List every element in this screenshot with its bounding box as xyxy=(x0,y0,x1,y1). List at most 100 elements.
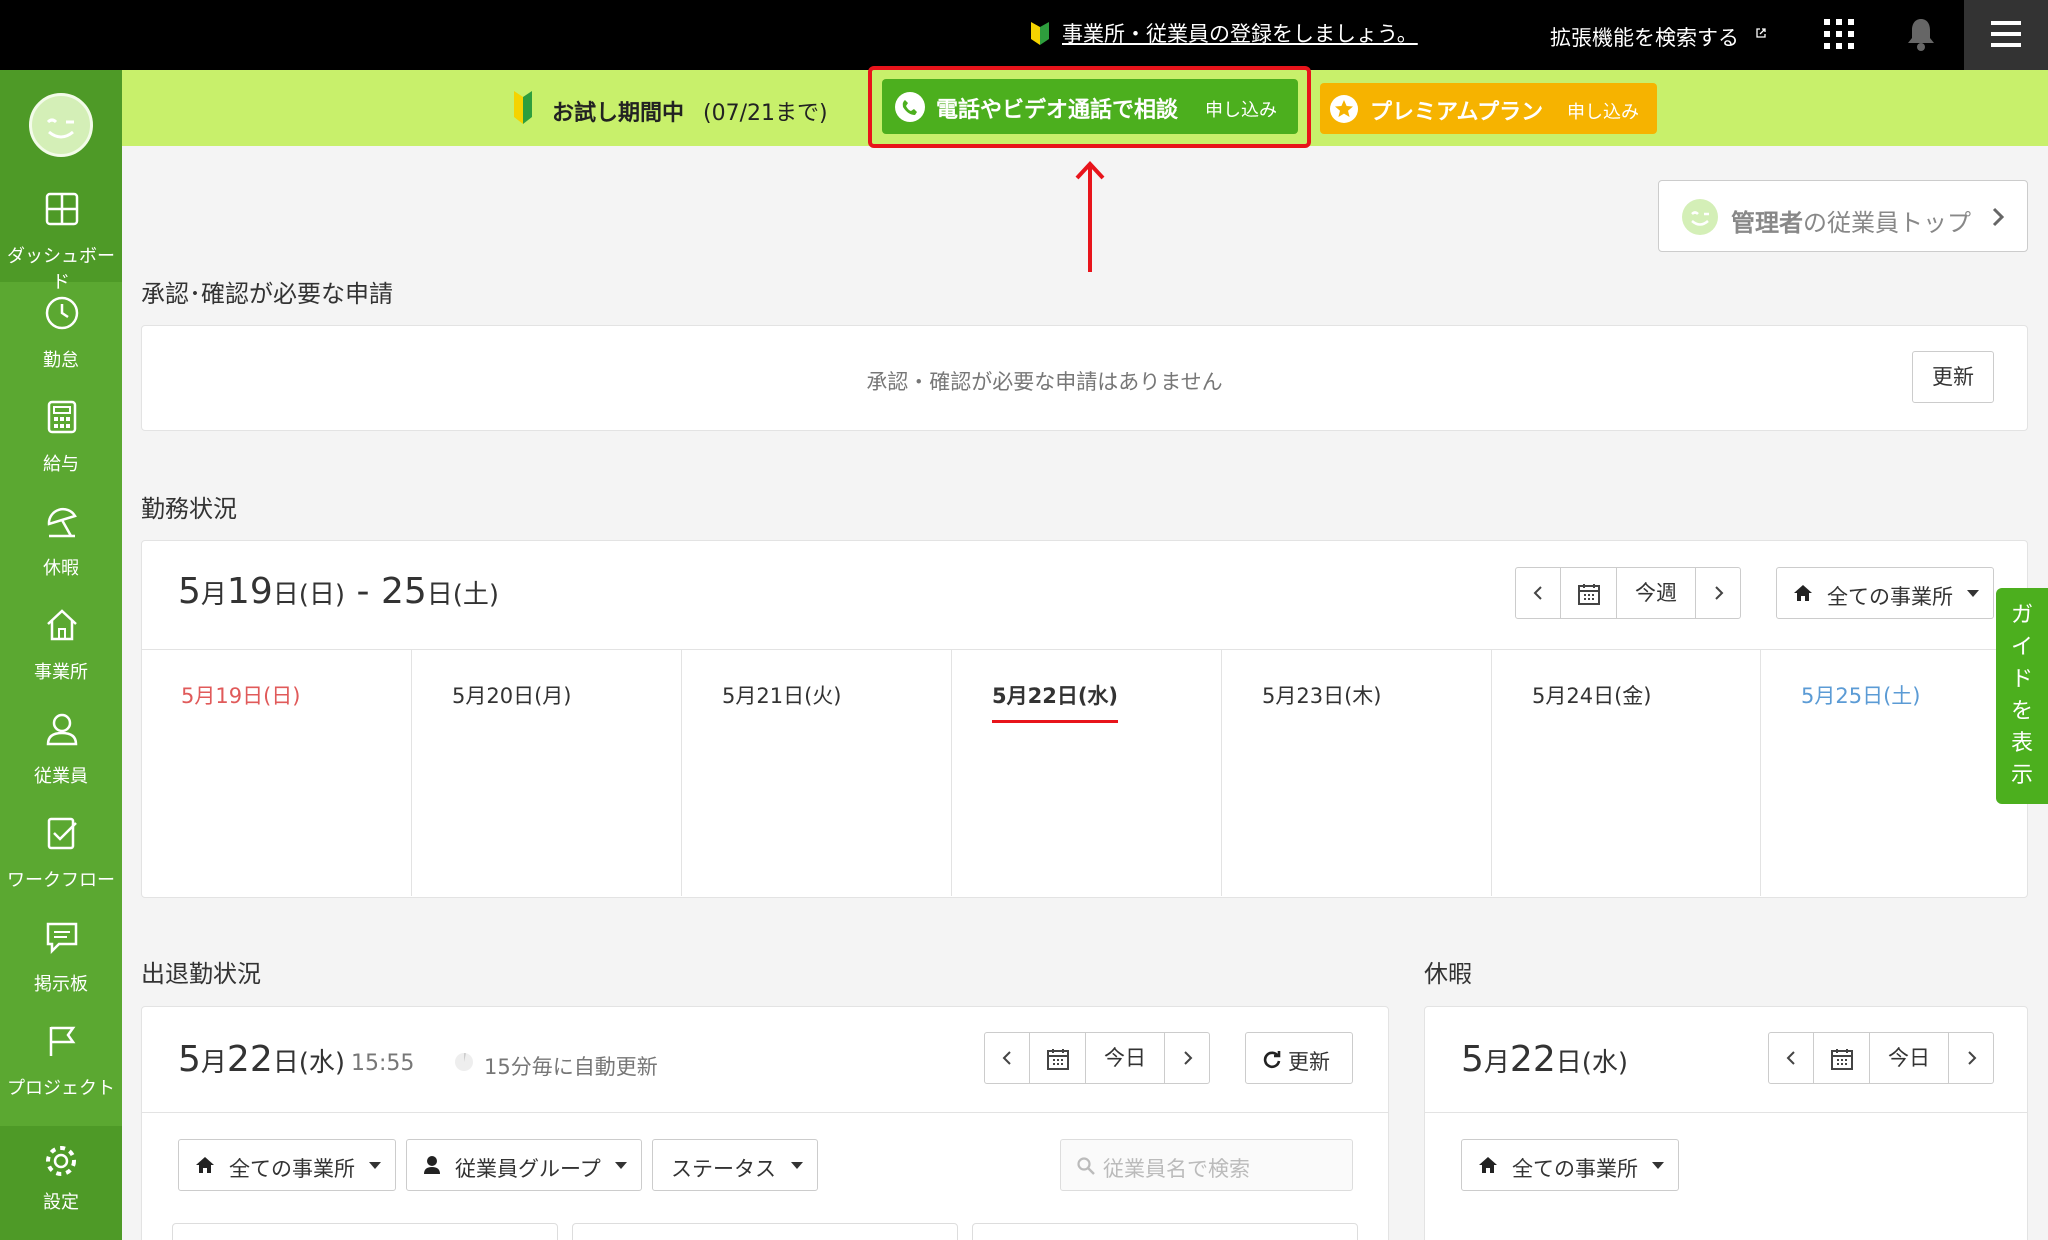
calculator-icon xyxy=(47,400,77,434)
sidebar-item-settings[interactable]: 設定 xyxy=(0,1126,122,1240)
register-notice-link[interactable]: 事業所・従業員の登録をしましょう。 xyxy=(1062,18,1418,48)
calendar-icon xyxy=(1831,1049,1853,1070)
leave-date: 5月22日(水) xyxy=(1461,1039,1628,1080)
calendar-button[interactable] xyxy=(1561,568,1617,618)
prev-day-button[interactable] xyxy=(985,1033,1030,1083)
sidebar-item-label: 休暇 xyxy=(43,558,79,579)
sidebar-item-attendance[interactable]: 勤怠 xyxy=(0,282,122,386)
apps-grid-icon[interactable] xyxy=(1824,19,1854,49)
home-icon xyxy=(47,609,77,641)
prev-day-button[interactable] xyxy=(1769,1033,1814,1083)
next-day-button[interactable] xyxy=(1949,1033,1993,1083)
user-avatar[interactable] xyxy=(29,93,93,157)
office-filter[interactable]: 全ての事業所 xyxy=(178,1139,396,1191)
office-filter-label: 全ての事業所 xyxy=(229,1157,355,1181)
sidebar-item-label: 事業所 xyxy=(34,662,88,683)
leave-office-filter[interactable]: 全ての事業所 xyxy=(1461,1139,1679,1191)
next-week-button[interactable] xyxy=(1696,568,1740,618)
status-filter-label: ステータス xyxy=(671,1157,776,1181)
flag-icon xyxy=(49,1026,76,1056)
calendar-button[interactable] xyxy=(1814,1033,1870,1083)
today-button[interactable]: 今日 xyxy=(1086,1033,1165,1083)
caret-down-icon xyxy=(791,1162,803,1169)
status-filter[interactable]: ステータス xyxy=(652,1139,818,1191)
phone-icon xyxy=(895,92,925,122)
range-day-unit: 日 xyxy=(426,580,453,610)
home-icon xyxy=(1794,585,1812,601)
divider xyxy=(142,1112,1388,1113)
search-icon xyxy=(1077,1157,1095,1175)
admin-employee-top-button[interactable]: 管理者の従業員トップ xyxy=(1658,180,2028,252)
office-select-label: 全ての事業所 xyxy=(1827,585,1953,609)
sidebar-item-label: 給与 xyxy=(43,454,79,475)
status-tab[interactable] xyxy=(972,1223,1358,1240)
star-icon xyxy=(1330,95,1358,123)
approvals-empty-text: 承認・確認が必要な申請はありません xyxy=(866,370,1223,394)
hamburger-icon xyxy=(1991,21,2021,47)
approvals-refresh-button[interactable]: 更新 xyxy=(1912,351,1994,403)
chevron-left-icon xyxy=(1002,1051,1011,1065)
bell-icon[interactable] xyxy=(1906,17,1936,51)
premium-label: プレミアムプラン xyxy=(1370,100,1544,125)
prev-week-button[interactable] xyxy=(1516,568,1561,618)
calendar-button[interactable] xyxy=(1030,1033,1086,1083)
employee-group-filter[interactable]: 従業員グループ xyxy=(406,1139,642,1191)
day-label: 5月22日(水) xyxy=(992,680,1119,723)
date-day: 22 xyxy=(1509,1039,1556,1080)
sidebar-item-dashboard[interactable]: ダッシュボード xyxy=(0,178,122,293)
date-weekday: (水) xyxy=(298,1048,346,1078)
work-status-title: 勤務状況 xyxy=(141,495,237,523)
refresh-label: 更新 xyxy=(1288,1050,1330,1074)
arrow-up-annotation xyxy=(1075,161,1105,272)
smile-face-icon xyxy=(1682,199,1718,235)
sidebar-item-project[interactable]: プロジェクト xyxy=(0,1010,122,1114)
guide-toggle-button[interactable]: ガイドを表示 xyxy=(1996,588,2048,804)
sidebar-item-label: 掲示板 xyxy=(34,974,88,995)
premium-plan-button[interactable]: プレミアムプラン 申し込み xyxy=(1320,83,1657,134)
calendar-icon xyxy=(1047,1049,1069,1070)
checklist-icon xyxy=(47,817,77,850)
pie-timer-icon xyxy=(455,1052,473,1071)
this-week-button[interactable]: 今週 xyxy=(1617,568,1696,618)
guide-label: ガイドを表示 xyxy=(2011,603,2034,788)
sidebar-item-leave[interactable]: 休暇 xyxy=(0,490,122,594)
chat-bubble-icon xyxy=(46,922,78,954)
sidebar-item-label: プロジェクト xyxy=(7,1078,115,1099)
search-placeholder: 従業員名で検索 xyxy=(1103,1157,1250,1181)
sidebar-item-employees[interactable]: 従業員 xyxy=(0,698,122,802)
sidebar-item-payroll[interactable]: 給与 xyxy=(0,386,122,490)
caret-down-icon xyxy=(1652,1162,1664,1169)
search-extensions-link[interactable]: 拡張機能を検索する xyxy=(1550,22,1739,52)
consult-button[interactable]: 電話やビデオ通話で相談 申し込み xyxy=(882,79,1298,134)
beginner-mark-icon xyxy=(1031,22,1049,45)
trial-label: お試し期間中 xyxy=(552,101,685,126)
attendance-card: 5月22日(水) 15:55 15分毎に自動更新 今日 更新 全ての事業所 従業… xyxy=(141,1006,1389,1240)
day-column-today[interactable]: 5月22日(水) xyxy=(952,650,1222,896)
day-label: 5月25日(土) xyxy=(1801,684,1921,708)
sidebar-item-label: 従業員 xyxy=(34,766,88,787)
sidebar-item-board[interactable]: 掲示板 xyxy=(0,906,122,1010)
status-tab[interactable] xyxy=(572,1223,958,1240)
today-button[interactable]: 今日 xyxy=(1870,1033,1949,1083)
office-select[interactable]: 全ての事業所 xyxy=(1776,567,1994,619)
divider xyxy=(1425,1112,2027,1113)
hamburger-menu-button[interactable] xyxy=(1964,0,2048,70)
day-column[interactable]: 5月24日(金) xyxy=(1492,650,1761,896)
day-column[interactable]: 5月19日(日) xyxy=(141,650,412,896)
sidebar-item-workflow[interactable]: ワークフロー xyxy=(0,802,122,906)
day-column[interactable]: 5月25日(土) xyxy=(1761,650,2027,896)
day-column[interactable]: 5月20日(月) xyxy=(412,650,682,896)
date-month-unit: 月 xyxy=(200,1048,227,1078)
next-day-button[interactable] xyxy=(1165,1033,1209,1083)
sidebar-item-office[interactable]: 事業所 xyxy=(0,594,122,698)
employee-search-field[interactable]: 従業員名で検索 xyxy=(1060,1139,1353,1191)
day-column[interactable]: 5月21日(火) xyxy=(682,650,952,896)
status-tab[interactable] xyxy=(172,1223,558,1240)
approvals-title: 承認･確認が必要な申請 xyxy=(141,280,393,308)
day-column[interactable]: 5月23日(木) xyxy=(1222,650,1492,896)
day-label: 5月20日(月) xyxy=(452,684,572,708)
chevron-right-icon xyxy=(1992,207,2005,227)
leave-title: 休暇 xyxy=(1424,960,1472,988)
attendance-refresh-button[interactable]: 更新 xyxy=(1245,1032,1353,1084)
chevron-left-icon xyxy=(1533,586,1542,600)
